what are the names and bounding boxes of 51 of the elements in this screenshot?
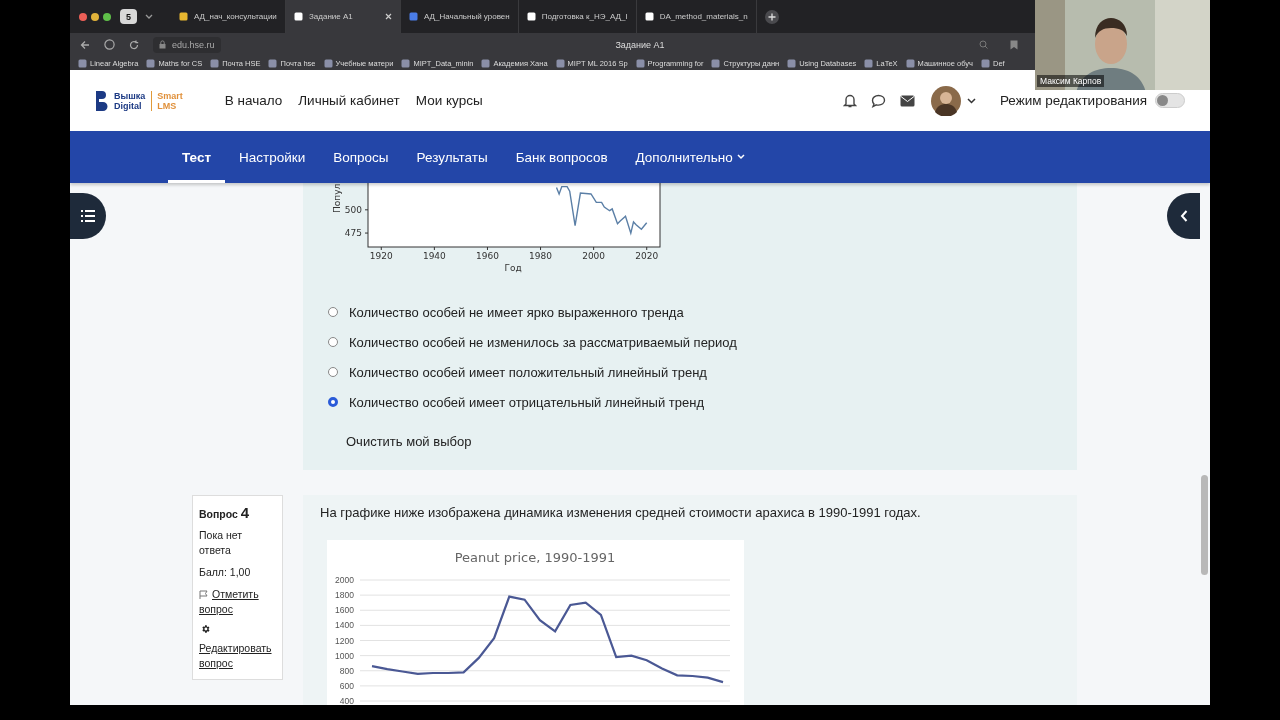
y-axis-title: Попул [332,183,342,213]
logo-text: Вышка Digital [114,90,153,111]
browser-tab[interactable]: Задание A1 [286,0,401,33]
y-tick-label: 475 [344,228,362,239]
nav-tab[interactable]: Результаты [402,131,502,183]
address-field[interactable]: edu.hse.ru [153,36,221,53]
nav-tab[interactable]: Настройки [225,131,320,183]
x-tick-label: 2020 [635,251,659,261]
question-score: Балл: 1,00 [199,565,251,580]
answer-option-label[interactable]: Количество особей не изменилось за рассматриваемый период [349,334,737,350]
x-tick-label: 1940 [422,251,447,261]
x-tick-label: 1980 [529,251,553,261]
y-tick-label: 1200 [335,635,355,646]
answer-option-label[interactable]: Количество особей не имеет ярко выраженного тренда [349,304,684,320]
y-tick-label: 2000 [335,575,355,585]
line-series [370,595,725,684]
chart-title: Peanut price, 1990-1991 [454,550,616,565]
answer-option-label[interactable]: Количество особей имеет отрицательный линейный тренд [349,394,704,410]
y-tick-label: 800 [339,665,355,676]
header-link[interactable]: В начало [224,93,283,108]
nav-tab[interactable]: Вопросы [319,131,403,183]
answer-option-label[interactable]: Количество особей имеет положительный линейный тренд [349,364,707,380]
x-tick-label: 1960 [476,251,500,261]
x-tick-label: 2000 [582,251,606,261]
y-tick-label: 600 [339,680,355,691]
nav-tab[interactable]: Тест [168,131,226,183]
y-tick-label: 1000 [335,650,355,661]
question-number: Вопрос 4 [199,504,250,521]
logo-subtext: Smart LMS [157,90,183,111]
y-tick-label: 400 [339,696,355,706]
page-title: Задание A1 [615,39,665,50]
nav-tab[interactable]: Дополнительно [621,131,759,183]
tab-count-button[interactable]: 5 [120,9,137,24]
line-series [555,185,648,234]
question-status: Пока нет ответа [199,528,244,558]
y-tick-label: 500 [344,204,363,215]
y-tick-label: 1800 [335,590,355,601]
line-chart: Peanut price, 1990-1991 400 600 800 1000 1200 1400 1600 1800 2000 [327,540,744,705]
flag-question-link[interactable]: Отметить вопрос [199,587,276,617]
participant-name: Максим Карпов [1037,75,1105,87]
edit-question-link[interactable]: Редактировать вопрос [199,641,276,671]
edit-mode-label: Режим редактирования [999,93,1147,108]
x-axis-title: Год [504,263,522,273]
nav-tab[interactable]: Банк вопросов [501,131,622,183]
x-tick-label: 1920 [369,251,393,261]
header-link[interactable]: Мои курсы [415,93,483,108]
question-text: На графике ниже изображена динамика изменения средней стоимости арахиса в 1990-1991 годах. [320,505,922,520]
clear-choice-link[interactable]: Очистить мой выбор [346,434,472,449]
header-link[interactable]: Личный кабинет [298,93,400,108]
y-tick-label: 1400 [335,620,355,631]
y-tick-label: 1600 [335,605,355,616]
